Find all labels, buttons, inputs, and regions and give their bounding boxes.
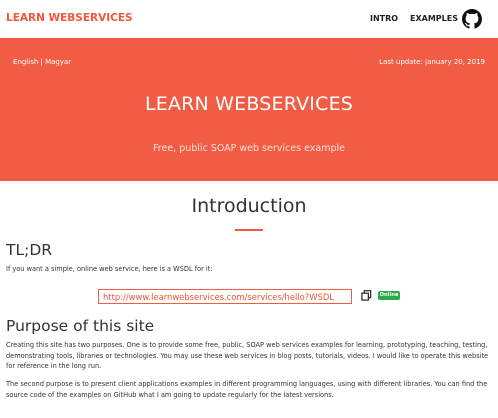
tldr-heading: TL;DR bbox=[6, 241, 53, 259]
wsdl-url-box: http://www.learnwebservices.com/services… bbox=[98, 289, 352, 304]
language-switcher[interactable]: English | Magyar bbox=[13, 58, 71, 66]
purpose-paragraph-2: The second purpose is to present client … bbox=[6, 380, 488, 399]
hero-subtitle: Free, public SOAP web services example bbox=[153, 143, 345, 154]
hero-title: LEARN WEBSERVICES bbox=[144, 93, 354, 115]
nav-intro-link[interactable]: INTRO bbox=[370, 14, 398, 23]
brand-logo-link[interactable]: LEARN WEBSERVICES bbox=[6, 12, 133, 24]
github-icon[interactable] bbox=[462, 9, 482, 29]
tldr-text: If you want a simple, online web service… bbox=[6, 265, 213, 273]
top-navbar: LEARN WEBSERVICES INTRO EXAMPLES bbox=[0, 0, 498, 38]
section-title-introduction: Introduction bbox=[191, 195, 307, 217]
wsdl-link[interactable]: http://www.learnwebservices.com/services… bbox=[103, 292, 334, 302]
hero-banner: English | Magyar Last update: january 20… bbox=[0, 38, 498, 181]
purpose-paragraph-1: Creating this site has two purposes. One… bbox=[6, 341, 489, 370]
copy-icon[interactable] bbox=[361, 290, 372, 301]
online-status-badge: Online bbox=[378, 291, 400, 300]
title-underline-divider bbox=[235, 229, 263, 231]
purpose-heading: Purpose of this site bbox=[6, 317, 155, 335]
last-update-text: Last update: january 20, 2019 bbox=[379, 58, 485, 66]
nav-examples-link[interactable]: EXAMPLES bbox=[410, 14, 458, 23]
